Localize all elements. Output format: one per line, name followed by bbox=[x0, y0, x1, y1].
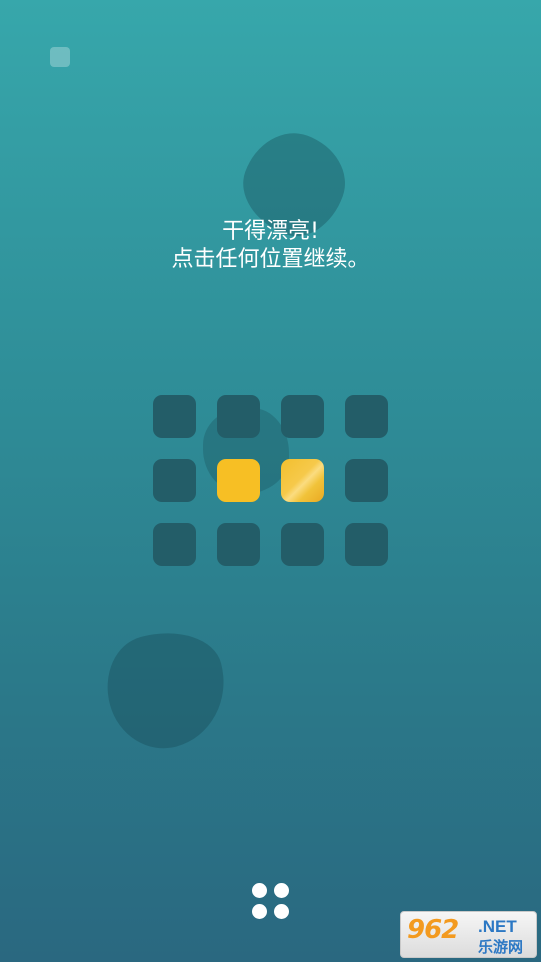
site-watermark-logo: 962 .NET 乐游网 bbox=[400, 911, 537, 958]
puzzle-tile[interactable] bbox=[345, 459, 388, 502]
puzzle-tile[interactable] bbox=[281, 523, 324, 566]
puzzle-tile-lit[interactable] bbox=[281, 459, 324, 502]
watermark-domain: .NET bbox=[478, 917, 517, 936]
puzzle-tile[interactable] bbox=[153, 459, 196, 502]
puzzle-tile[interactable] bbox=[217, 395, 260, 438]
message-title: 干得漂亮! bbox=[222, 219, 319, 244]
status-square-icon bbox=[50, 47, 70, 67]
puzzle-tile[interactable] bbox=[281, 395, 324, 438]
game-screen[interactable]: 干得漂亮! 点击任何位置继续。 962 .NET 乐游网 bbox=[0, 0, 541, 962]
message-instruction: 点击任何位置继续。 bbox=[171, 247, 370, 272]
watermark-number: 962 bbox=[407, 915, 459, 945]
puzzle-tile[interactable] bbox=[153, 523, 196, 566]
menu-button[interactable] bbox=[250, 883, 292, 921]
dot bbox=[274, 883, 289, 898]
watermark-site-name: 乐游网 bbox=[478, 938, 524, 956]
puzzle-tile[interactable] bbox=[217, 523, 260, 566]
puzzle-tile[interactable] bbox=[345, 395, 388, 438]
dot bbox=[274, 904, 289, 919]
completion-message: 干得漂亮! 点击任何位置继续。 bbox=[0, 218, 541, 274]
dot bbox=[252, 904, 267, 919]
puzzle-tile-lit[interactable] bbox=[217, 459, 260, 502]
puzzle-grid bbox=[153, 395, 388, 566]
background-blob bbox=[95, 618, 239, 761]
puzzle-tile[interactable] bbox=[345, 523, 388, 566]
dot bbox=[252, 883, 267, 898]
puzzle-tile[interactable] bbox=[153, 395, 196, 438]
